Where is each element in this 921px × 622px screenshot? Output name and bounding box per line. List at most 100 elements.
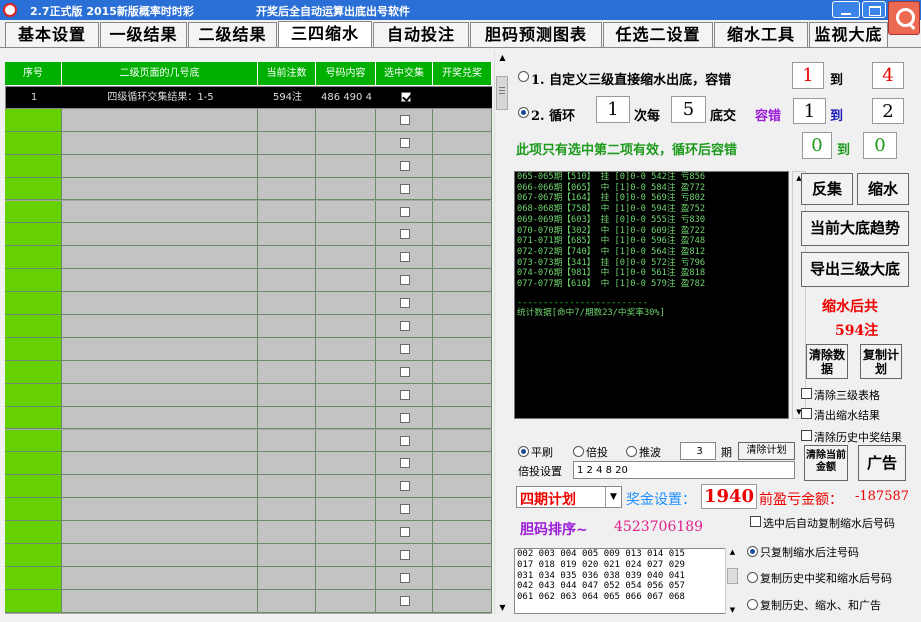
grid-cell[interactable]	[258, 315, 316, 338]
row-select-checkbox[interactable]	[400, 572, 410, 583]
grid-cell[interactable]	[433, 154, 492, 178]
scroll-thumb[interactable]	[727, 568, 738, 584]
table-row[interactable]	[5, 544, 492, 567]
grid-cell[interactable]	[316, 544, 376, 567]
loop-tolerance-from-input[interactable]: 0	[802, 132, 832, 159]
row-select-checkbox[interactable]	[400, 527, 410, 538]
grid-cell[interactable]	[62, 223, 258, 247]
grid-cell[interactable]	[376, 429, 433, 453]
row-select-checkbox[interactable]	[400, 481, 410, 492]
grid-cell[interactable]	[376, 498, 433, 522]
grid-cell[interactable]	[5, 177, 62, 201]
scroll-thumb[interactable]	[496, 76, 508, 110]
grid-cell[interactable]	[433, 452, 492, 476]
grid-cell[interactable]	[5, 360, 62, 384]
table-row[interactable]	[5, 475, 492, 499]
grid-cell[interactable]	[433, 108, 492, 132]
grid-cell[interactable]	[258, 589, 316, 613]
periods-input[interactable]: 3	[680, 442, 716, 460]
grid-cell[interactable]	[258, 337, 316, 361]
grid-cell[interactable]	[5, 429, 62, 453]
scroll-down-icon[interactable]: ▼	[495, 600, 510, 615]
copy-history-shrunk-radio[interactable]	[747, 572, 758, 583]
row-select-checkbox[interactable]	[400, 550, 410, 560]
row-select-checkbox[interactable]	[400, 366, 410, 377]
grid-cell[interactable]	[258, 292, 316, 315]
grid-cell[interactable]	[376, 544, 433, 567]
invert-button[interactable]: 反集	[801, 173, 853, 205]
grid-cell[interactable]	[376, 292, 433, 315]
col-header-count[interactable]: 当前注数	[258, 62, 316, 86]
grid-cell[interactable]	[433, 521, 492, 544]
tab-dan-forecast-chart[interactable]: 胆码预测图表	[470, 22, 602, 47]
col-header-index[interactable]: 序号	[5, 62, 62, 86]
prize-setting-input[interactable]: 1940	[701, 484, 757, 509]
grid-cell[interactable]	[258, 246, 316, 270]
grid-cell[interactable]	[258, 406, 316, 430]
grid-cell[interactable]	[5, 452, 62, 476]
tab-shrink-tool[interactable]: 缩水工具	[714, 22, 808, 47]
grid-cell[interactable]	[62, 200, 258, 224]
row-select-checkbox[interactable]	[401, 92, 411, 102]
loop-tolerance-to-input[interactable]: 0	[863, 132, 897, 159]
grid-cell[interactable]	[376, 360, 433, 384]
row-select-checkbox[interactable]	[400, 343, 410, 354]
row-select-checkbox[interactable]	[400, 229, 410, 240]
grid-cell[interactable]	[62, 544, 258, 567]
grid-cell[interactable]	[376, 337, 433, 361]
grid-cell[interactable]	[316, 566, 376, 590]
grid-cell[interactable]	[5, 383, 62, 407]
grid-cell[interactable]	[376, 566, 433, 590]
ads-button[interactable]: 广告	[858, 445, 906, 481]
grid-cell[interactable]	[62, 108, 258, 132]
grid-cell[interactable]	[316, 154, 376, 178]
grid-cell[interactable]	[5, 154, 62, 178]
grid-cell[interactable]	[5, 246, 62, 270]
grid-cell[interactable]	[433, 360, 492, 384]
clear-amount-button[interactable]: 清除当前金额	[804, 445, 848, 481]
grid-cell[interactable]	[376, 177, 433, 201]
option2-every-input[interactable]: 5	[671, 96, 706, 123]
row-select-checkbox[interactable]	[400, 412, 410, 423]
grid-cell[interactable]	[258, 383, 316, 407]
plan-select[interactable]: 四期计划 ▼	[516, 486, 622, 508]
grid-cell[interactable]	[258, 154, 316, 178]
copy-plan-button[interactable]: 复制计划	[860, 344, 902, 379]
option1-to-input[interactable]: 4	[872, 62, 904, 89]
row-select-checkbox[interactable]	[400, 137, 410, 148]
grid-cell[interactable]	[316, 337, 376, 361]
grid-cell[interactable]	[316, 498, 376, 522]
grid-cell[interactable]	[258, 498, 316, 522]
tab-any-two-settings[interactable]: 任选二设置	[603, 22, 713, 47]
grid-cell[interactable]	[433, 475, 492, 499]
grid-cell[interactable]	[62, 406, 258, 430]
table-row[interactable]	[5, 154, 492, 178]
grid-cell[interactable]	[316, 475, 376, 499]
grid-cell[interactable]	[376, 269, 433, 293]
scroll-up-icon[interactable]: ▲	[495, 50, 510, 65]
chevron-down-icon[interactable]: ▼	[605, 487, 621, 507]
grid-cell[interactable]	[258, 429, 316, 453]
table-row[interactable]	[5, 177, 492, 201]
grid-cell[interactable]	[258, 177, 316, 201]
grid-cell[interactable]	[5, 131, 62, 155]
grid-cell[interactable]	[258, 475, 316, 499]
grid-scrollbar[interactable]: ▲ ▼	[494, 50, 509, 615]
grid-cell[interactable]	[62, 131, 258, 155]
tab-monitor-base[interactable]: 监视大底	[809, 22, 888, 47]
grid-cell[interactable]	[62, 566, 258, 590]
grid-cell[interactable]	[433, 315, 492, 338]
grid-cell[interactable]	[376, 475, 433, 499]
table-row[interactable]	[5, 200, 492, 224]
grid-cell[interactable]	[5, 108, 62, 132]
grid-cell[interactable]	[258, 544, 316, 567]
grid-cell[interactable]	[258, 131, 316, 155]
grid-cell[interactable]	[433, 429, 492, 453]
option2-from-input[interactable]: 1	[793, 98, 826, 124]
shrink-button[interactable]: 缩水	[857, 173, 909, 205]
grid-cell[interactable]	[316, 177, 376, 201]
row-select-checkbox[interactable]	[400, 206, 410, 217]
row-select-checkbox[interactable]	[400, 321, 410, 331]
table-row[interactable]: 1 四级循环交集结果：1-5 594注 486 490 4	[5, 86, 492, 109]
grid-cell[interactable]	[433, 246, 492, 270]
